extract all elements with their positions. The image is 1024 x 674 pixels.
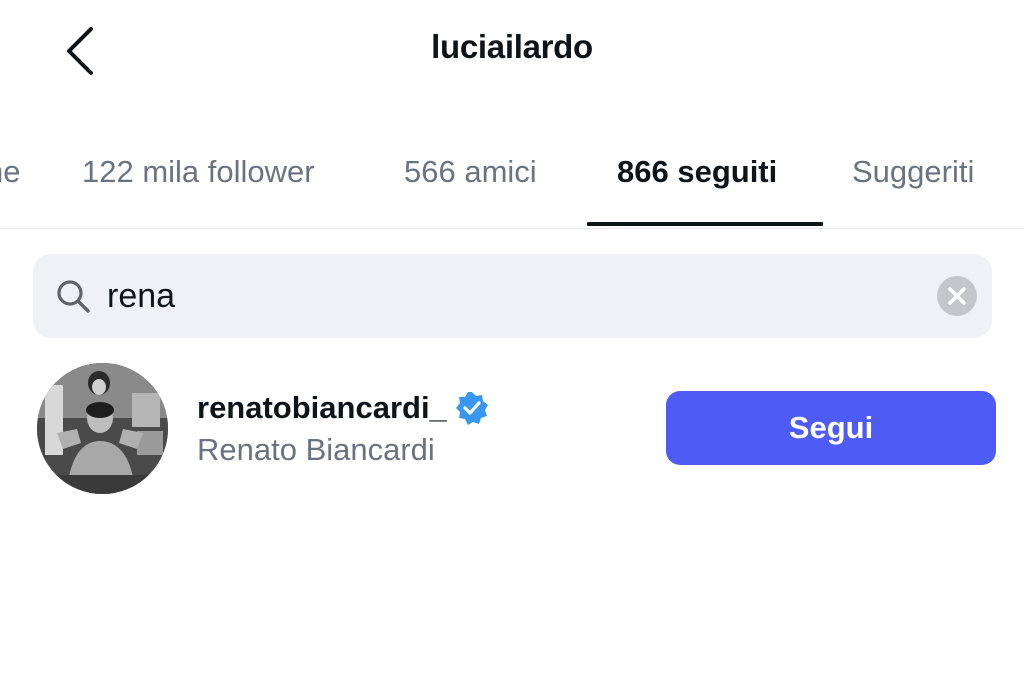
verified-badge-icon <box>455 392 488 425</box>
tab-friends[interactable]: 566 amici <box>404 154 537 190</box>
search-bar[interactable] <box>33 254 992 338</box>
active-tab-indicator <box>587 222 823 226</box>
avatar[interactable] <box>37 363 168 494</box>
tab-followers[interactable]: 122 mila follower <box>82 154 315 190</box>
profile-tabs: ne 122 mila follower 566 amici 866 segui… <box>0 130 1024 229</box>
list-item[interactable]: renatobiancardi_ Renato Biancardi Segui <box>0 360 1024 500</box>
username-line: renatobiancardi_ <box>197 390 489 426</box>
tab-partial[interactable]: ne <box>0 154 20 190</box>
tab-following[interactable]: 866 seguiti <box>617 154 777 190</box>
top-bar: luciailardo <box>0 0 1024 110</box>
page-title: luciailardo <box>431 28 593 65</box>
clear-search-button[interactable] <box>937 276 977 316</box>
search-input[interactable] <box>107 266 927 326</box>
follow-button[interactable]: Segui <box>666 391 996 465</box>
full-name: Renato Biancardi <box>197 432 435 467</box>
username[interactable]: renatobiancardi_ <box>197 390 447 426</box>
avatar-photo <box>37 363 168 494</box>
tab-suggested[interactable]: Suggeriti <box>852 154 974 190</box>
clear-icon <box>948 287 966 305</box>
search-icon <box>57 280 90 313</box>
